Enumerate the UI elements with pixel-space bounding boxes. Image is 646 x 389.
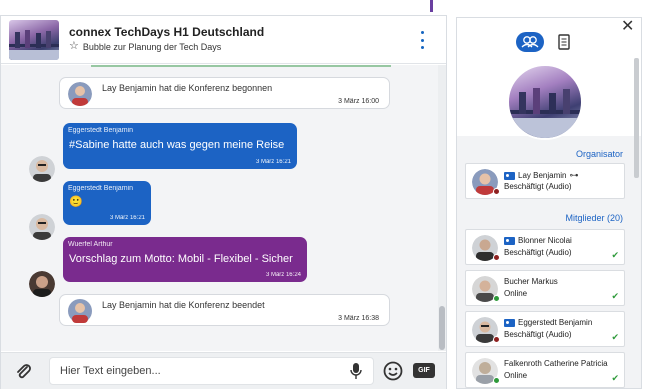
avatar (29, 214, 55, 240)
key-icon: ⊶ (569, 170, 579, 180)
busy-status-dot (493, 254, 500, 261)
member-name-row: Falkenroth Catherine Patricia (504, 359, 608, 368)
microphone-icon[interactable] (349, 362, 363, 380)
chat-bubble: Wuerfel Arthur Vorschlag zum Motto: Mobi… (63, 237, 307, 282)
contact-card-icon (504, 171, 515, 180)
member-card[interactable]: Eggerstedt Benjamin Beschäftigt (Audio) … (465, 311, 625, 347)
organizer-card[interactable]: Lay Benjamin ⊶ Beschäftigt (Audio) (465, 163, 625, 199)
members-panel: ✕ Organisator Lay Benjamin ⊶ Beschäftigt… (456, 17, 642, 389)
member-name-row: Blonner Nicolai (504, 236, 572, 245)
message-time: 3 März 16:21 (109, 215, 145, 221)
check-icon: ✔ (611, 250, 619, 260)
avatar (29, 271, 55, 297)
group-avatar (507, 64, 583, 140)
message-author: Wuerfel Arthur (68, 241, 113, 248)
star-icon[interactable]: ☆ (69, 41, 79, 52)
check-icon: ✔ (611, 291, 619, 301)
message-author: Eggerstedt Benjamin (68, 185, 133, 192)
members-label: Mitglieder (20) (565, 213, 623, 223)
member-status: Beschäftigt (Audio) (504, 248, 572, 257)
member-status: Online (504, 371, 528, 380)
member-name: Blonner Nicolai (518, 236, 572, 245)
system-message-text: Lay Benjamin hat die Konferenz begonnen (102, 83, 273, 93)
member-name-row: Eggerstedt Benjamin (504, 318, 592, 327)
system-message: Lay Benjamin hat die Konferenz begonnen … (59, 77, 390, 109)
contact-card-icon (504, 236, 515, 245)
document-icon[interactable] (557, 34, 571, 50)
message-time: 3 März 16:38 (338, 315, 379, 322)
member-name: Lay Benjamin (518, 171, 567, 180)
message-input[interactable]: Hier Text eingeben... (49, 357, 374, 385)
message-text: Vorschlag zum Motto: Mobil - Flexibel - … (69, 253, 293, 265)
chat-title: connex TechDays H1 Deutschland (69, 25, 265, 39)
busy-status-dot (493, 336, 500, 343)
close-icon[interactable]: ✕ (621, 19, 634, 35)
online-status-dot (493, 377, 500, 384)
system-message-text: Lay Benjamin hat die Konferenz beendet (102, 300, 265, 310)
app-window: connex TechDays H1 Deutschland ☆ Bubble … (0, 0, 646, 389)
panel-scrollbar[interactable] (634, 58, 639, 178)
chat-bubble: Eggerstedt Benjamin #Sabine hatte auch w… (63, 123, 297, 169)
chat-pane: connex TechDays H1 Deutschland ☆ Bubble … (0, 15, 447, 389)
check-icon: ✔ (611, 373, 619, 383)
message-time: 3 März 16:00 (338, 98, 379, 105)
top-accent-line (430, 0, 433, 12)
member-status: Beschäftigt (Audio) (504, 330, 572, 339)
member-card[interactable]: Bucher Markus Online ✔ (465, 270, 625, 306)
paperclip-icon[interactable] (15, 363, 33, 381)
member-name-row: Bucher Markus (504, 277, 558, 286)
emoji-icon[interactable] (383, 361, 403, 381)
member-card[interactable]: Blonner Nicolai Beschäftigt (Audio) ✔ (465, 229, 625, 265)
contact-card-icon (504, 318, 515, 327)
member-card[interactable]: Falkenroth Catherine Patricia Online ✔ (465, 352, 625, 388)
system-message: Lay Benjamin hat die Konferenz beendet 3… (59, 294, 390, 326)
avatar (29, 156, 55, 182)
chat-subtitle: Bubble zur Planung der Tech Days (82, 41, 222, 52)
message-text: #Sabine hatte auch was gegen meine Reise (69, 139, 285, 151)
chat-header: connex TechDays H1 Deutschland ☆ Bubble … (1, 16, 446, 64)
avatar (68, 82, 92, 106)
check-icon: ✔ (611, 332, 619, 342)
people-icon (521, 36, 539, 48)
organizer-label: Organisator (575, 149, 623, 159)
members-tab[interactable] (516, 32, 544, 52)
member-status: Online (504, 289, 528, 298)
busy-status-dot (493, 188, 500, 195)
member-name: Eggerstedt Benjamin (518, 318, 593, 327)
message-list: Lay Benjamin hat die Konferenz begonnen … (1, 65, 446, 351)
gif-button[interactable]: GIF (413, 363, 435, 378)
member-name: Bucher Markus (504, 277, 558, 286)
chat-subtitle-row: ☆ Bubble zur Planung der Tech Days (69, 41, 221, 52)
emoji-message: 🙂 (69, 196, 83, 208)
avatar (68, 299, 92, 323)
message-time: 3 März 16:24 (265, 272, 301, 278)
space-thumbnail (9, 20, 59, 60)
member-name-row: Lay Benjamin ⊶ (504, 170, 578, 181)
member-name: Falkenroth Catherine Patricia (504, 359, 608, 368)
chat-scroll-thumb[interactable] (439, 306, 445, 350)
input-bar: Hier Text eingeben... GIF (1, 352, 446, 389)
chat-bubble: Eggerstedt Benjamin 🙂 3 März 16:21 (63, 181, 151, 225)
divider-line (91, 65, 391, 67)
member-status: Beschäftigt (Audio) (504, 182, 572, 191)
more-options-icon[interactable] (417, 31, 427, 49)
message-author: Eggerstedt Benjamin (68, 127, 133, 134)
online-status-dot (493, 295, 500, 302)
message-time: 3 März 16:21 (255, 159, 291, 165)
